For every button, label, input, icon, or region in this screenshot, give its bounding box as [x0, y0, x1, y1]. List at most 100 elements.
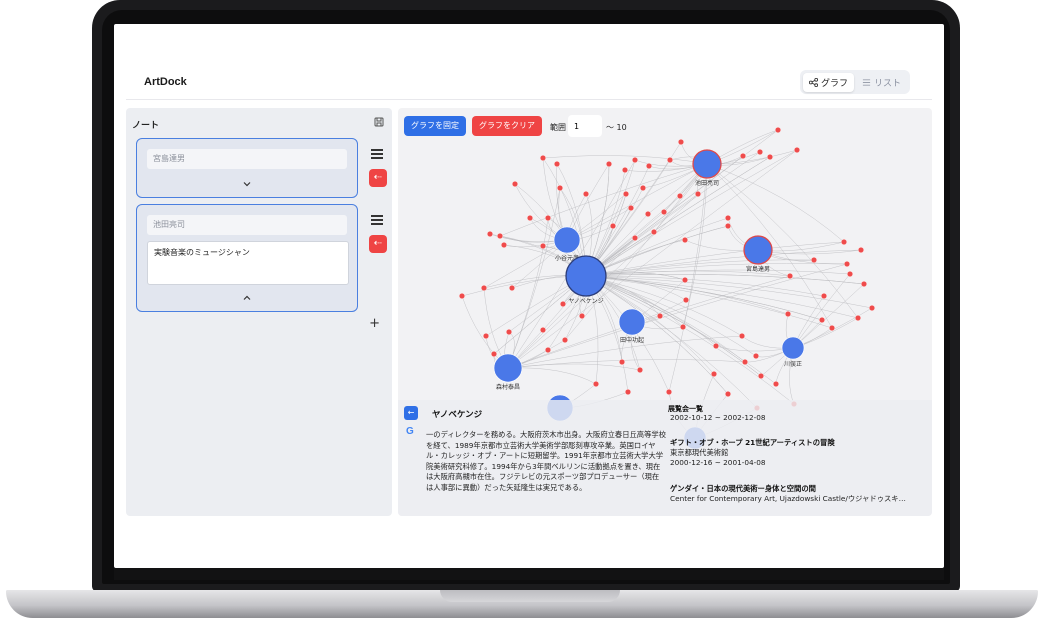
artist-node[interactable]	[692, 149, 722, 179]
exhibition-node[interactable]	[811, 256, 818, 263]
exhibition-node[interactable]	[829, 324, 836, 331]
fix-graph-button[interactable]: グラフを固定	[404, 116, 466, 136]
exhibition-node[interactable]	[544, 346, 551, 353]
exhibition-node[interactable]	[636, 367, 643, 374]
exhibition-item[interactable]: 2002-10-12 ~ 2002-12-08	[670, 413, 926, 423]
exhibition-node[interactable]	[695, 190, 702, 197]
exhibition-node[interactable]	[496, 232, 503, 239]
exhibition-node[interactable]	[657, 312, 664, 319]
exhibition-node[interactable]	[869, 304, 876, 311]
exhibition-node[interactable]	[622, 190, 629, 197]
artist-node[interactable]	[565, 255, 607, 297]
exhibition-node[interactable]	[680, 323, 687, 330]
exhibition-node[interactable]	[847, 270, 854, 277]
exhibition-node[interactable]	[677, 192, 684, 199]
exhibition-node[interactable]	[742, 358, 749, 365]
exhibition-node[interactable]	[787, 272, 794, 279]
exhibition-item[interactable]: ギフト・オブ・ホープ 21世紀アーティストの冒険 東京都現代美術館 2000-1…	[670, 438, 926, 468]
note-memo-textarea[interactable]: 実験音楽のミュージシャン	[147, 241, 349, 285]
exhibition-node[interactable]	[861, 280, 868, 287]
exhibition-node[interactable]	[609, 222, 616, 229]
exhibition-item[interactable]: ゲンダイ・日本の現代美術ー身体と空間の間 Center for Contempo…	[670, 484, 926, 504]
exhibition-node[interactable]	[486, 230, 493, 237]
exhibition-node[interactable]	[645, 163, 652, 170]
exhibition-node[interactable]	[725, 222, 732, 229]
chevron-down-icon[interactable]	[242, 179, 252, 189]
exhibition-node[interactable]	[753, 352, 760, 359]
exhibition-node[interactable]	[500, 241, 507, 248]
exhibition-node[interactable]	[785, 310, 792, 317]
exhibition-node[interactable]	[482, 332, 489, 339]
exhibition-node[interactable]	[775, 127, 782, 134]
exhibition-node[interactable]	[682, 276, 689, 283]
note-menu-icon[interactable]	[371, 149, 383, 161]
chevron-up-icon[interactable]	[242, 293, 252, 303]
exhibition-node[interactable]	[578, 312, 585, 319]
save-icon[interactable]	[374, 117, 384, 127]
back-arrow-icon[interactable]: ←	[404, 406, 418, 420]
exhibition-node[interactable]	[459, 292, 466, 299]
exhibition-node[interactable]	[683, 296, 690, 303]
exhibition-node[interactable]	[618, 358, 625, 365]
exhibition-node[interactable]	[624, 389, 631, 396]
exhibition-node[interactable]	[767, 154, 774, 161]
note-remove-button[interactable]: ⇠	[369, 169, 387, 187]
exhibition-node[interactable]	[858, 246, 865, 253]
add-note-button[interactable]: +	[369, 316, 380, 331]
exhibition-node[interactable]	[644, 210, 651, 217]
exhibition-node[interactable]	[539, 326, 546, 333]
exhibition-node[interactable]	[592, 381, 599, 388]
exhibition-node[interactable]	[713, 342, 720, 349]
exhibition-node[interactable]	[667, 157, 674, 164]
note-card[interactable]: 池田亮司 ⇠ 実験音楽のミュージシャン	[136, 204, 387, 312]
exhibition-node[interactable]	[561, 336, 568, 343]
artist-node[interactable]	[493, 353, 523, 383]
exhibition-node[interactable]	[490, 350, 497, 357]
exhibition-node[interactable]	[661, 208, 668, 215]
exhibition-node[interactable]	[841, 238, 848, 245]
exhibition-node[interactable]	[627, 204, 634, 211]
note-name-field[interactable]: 宮島達男	[147, 149, 347, 169]
artist-node[interactable]	[781, 336, 805, 360]
exhibition-node[interactable]	[480, 284, 487, 291]
exhibition-node[interactable]	[711, 371, 718, 378]
exhibition-node[interactable]	[739, 332, 746, 339]
exhibition-node[interactable]	[553, 161, 560, 168]
range-input[interactable]	[568, 115, 602, 137]
clear-graph-button[interactable]: グラフをクリア	[472, 116, 542, 136]
exhibition-node[interactable]	[631, 157, 638, 164]
exhibition-node[interactable]	[639, 184, 646, 191]
artist-node[interactable]	[618, 308, 646, 336]
exhibition-node[interactable]	[556, 184, 563, 191]
exhibition-node[interactable]	[678, 139, 685, 146]
note-card[interactable]: 宮島達男 ⇠	[136, 138, 387, 198]
exhibition-node[interactable]	[682, 236, 689, 243]
exhibition-node[interactable]	[539, 155, 546, 162]
exhibition-node[interactable]	[511, 180, 518, 187]
exhibition-node[interactable]	[505, 328, 512, 335]
artist-node[interactable]	[743, 235, 773, 265]
exhibition-node[interactable]	[666, 389, 673, 396]
exhibition-node[interactable]	[508, 284, 515, 291]
exhibition-node[interactable]	[539, 242, 546, 249]
exhibition-node[interactable]	[605, 161, 612, 168]
exhibition-node[interactable]	[758, 373, 765, 380]
note-menu-icon[interactable]	[371, 215, 383, 227]
exhibition-node[interactable]	[855, 314, 862, 321]
exhibition-node[interactable]	[821, 292, 828, 299]
exhibition-node[interactable]	[794, 147, 801, 154]
exhibition-node[interactable]	[740, 153, 747, 160]
exhibition-node[interactable]	[544, 214, 551, 221]
exhibition-node[interactable]	[725, 391, 732, 398]
exhibition-node[interactable]	[844, 260, 851, 267]
exhibition-node[interactable]	[559, 300, 566, 307]
note-remove-button[interactable]: ⇠	[369, 235, 387, 253]
exhibition-node[interactable]	[526, 214, 533, 221]
exhibition-node[interactable]	[621, 167, 628, 174]
exhibition-node[interactable]	[582, 190, 589, 197]
note-name-field[interactable]: 池田亮司	[147, 215, 347, 235]
exhibition-node[interactable]	[819, 316, 826, 323]
google-search-icon[interactable]: G	[406, 426, 414, 437]
graph-view-button[interactable]: グラフ	[802, 72, 854, 92]
exhibition-node[interactable]	[725, 214, 732, 221]
